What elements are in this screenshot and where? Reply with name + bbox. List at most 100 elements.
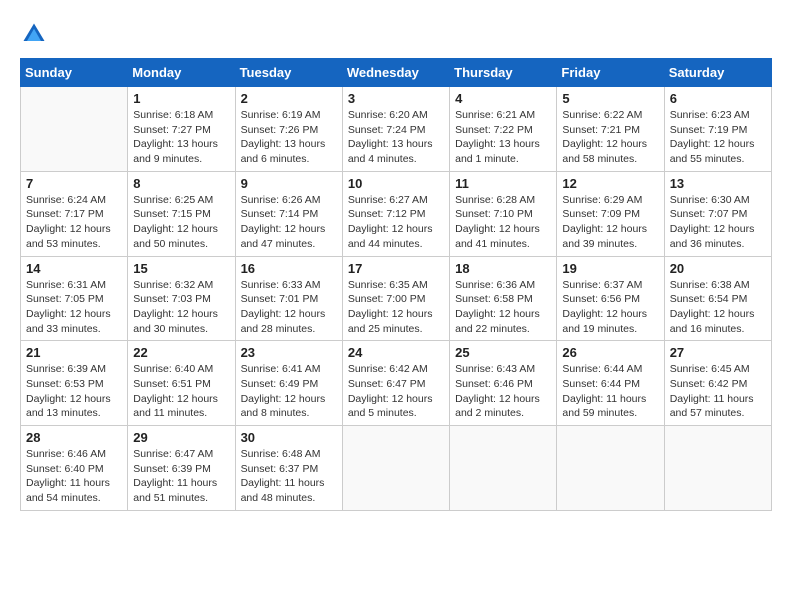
calendar-cell [450, 426, 557, 511]
day-number: 7 [26, 176, 122, 191]
calendar-cell: 25 Sunrise: 6:43 AMSunset: 6:46 PMDayligh… [450, 341, 557, 426]
calendar-cell: 15 Sunrise: 6:32 AMSunset: 7:03 PMDayligh… [128, 256, 235, 341]
calendar-cell: 29 Sunrise: 6:47 AMSunset: 6:39 PMDayligh… [128, 426, 235, 511]
day-number: 24 [348, 345, 444, 360]
calendar-cell: 17 Sunrise: 6:35 AMSunset: 7:00 PMDayligh… [342, 256, 449, 341]
calendar-cell: 23 Sunrise: 6:41 AMSunset: 6:49 PMDayligh… [235, 341, 342, 426]
day-info: Sunrise: 6:37 AMSunset: 6:56 PMDaylight:… [562, 278, 658, 337]
day-number: 5 [562, 91, 658, 106]
calendar-cell: 4 Sunrise: 6:21 AMSunset: 7:22 PMDaylight… [450, 87, 557, 172]
day-info: Sunrise: 6:26 AMSunset: 7:14 PMDaylight:… [241, 193, 337, 252]
calendar-cell [342, 426, 449, 511]
logo [20, 20, 52, 48]
day-number: 11 [455, 176, 551, 191]
day-info: Sunrise: 6:31 AMSunset: 7:05 PMDaylight:… [26, 278, 122, 337]
day-number: 25 [455, 345, 551, 360]
day-info: Sunrise: 6:41 AMSunset: 6:49 PMDaylight:… [241, 362, 337, 421]
day-info: Sunrise: 6:46 AMSunset: 6:40 PMDaylight:… [26, 447, 122, 506]
day-info: Sunrise: 6:22 AMSunset: 7:21 PMDaylight:… [562, 108, 658, 167]
day-info: Sunrise: 6:44 AMSunset: 6:44 PMDaylight:… [562, 362, 658, 421]
weekday-header: Monday [128, 59, 235, 87]
calendar-cell: 28 Sunrise: 6:46 AMSunset: 6:40 PMDayligh… [21, 426, 128, 511]
day-number: 28 [26, 430, 122, 445]
calendar-cell: 20Sunrise: 6:38 AMSunset: 6:54 PMDayligh… [664, 256, 771, 341]
day-number: 15 [133, 261, 229, 276]
calendar-week-row: 14 Sunrise: 6:31 AMSunset: 7:05 PMDayligh… [21, 256, 772, 341]
day-info: Sunrise: 6:28 AMSunset: 7:10 PMDaylight:… [455, 193, 551, 252]
day-info: Sunrise: 6:20 AMSunset: 7:24 PMDaylight:… [348, 108, 444, 167]
day-info: Sunrise: 6:25 AMSunset: 7:15 PMDaylight:… [133, 193, 229, 252]
day-number: 18 [455, 261, 551, 276]
calendar-cell: 11 Sunrise: 6:28 AMSunset: 7:10 PMDayligh… [450, 171, 557, 256]
day-info: Sunrise: 6:40 AMSunset: 6:51 PMDaylight:… [133, 362, 229, 421]
calendar-cell: 3 Sunrise: 6:20 AMSunset: 7:24 PMDaylight… [342, 87, 449, 172]
day-number: 23 [241, 345, 337, 360]
calendar-cell: 22 Sunrise: 6:40 AMSunset: 6:51 PMDayligh… [128, 341, 235, 426]
day-number: 14 [26, 261, 122, 276]
day-number: 22 [133, 345, 229, 360]
weekday-header: Thursday [450, 59, 557, 87]
day-info: Sunrise: 6:45 AMSunset: 6:42 PMDaylight:… [670, 362, 766, 421]
calendar-cell: 5 Sunrise: 6:22 AMSunset: 7:21 PMDaylight… [557, 87, 664, 172]
day-number: 19 [562, 261, 658, 276]
calendar-cell: 14 Sunrise: 6:31 AMSunset: 7:05 PMDayligh… [21, 256, 128, 341]
day-number: 17 [348, 261, 444, 276]
day-info: Sunrise: 6:23 AMSunset: 7:19 PMDaylight:… [670, 108, 766, 167]
calendar-cell: 24 Sunrise: 6:42 AMSunset: 6:47 PMDayligh… [342, 341, 449, 426]
day-info: Sunrise: 6:36 AMSunset: 6:58 PMDaylight:… [455, 278, 551, 337]
calendar-cell: 21Sunrise: 6:39 AMSunset: 6:53 PMDayligh… [21, 341, 128, 426]
day-info: Sunrise: 6:19 AMSunset: 7:26 PMDaylight:… [241, 108, 337, 167]
weekday-header: Saturday [664, 59, 771, 87]
weekday-header: Sunday [21, 59, 128, 87]
day-info: Sunrise: 6:27 AMSunset: 7:12 PMDaylight:… [348, 193, 444, 252]
day-number: 8 [133, 176, 229, 191]
day-number: 13 [670, 176, 766, 191]
calendar-cell: 27 Sunrise: 6:45 AMSunset: 6:42 PMDayligh… [664, 341, 771, 426]
day-number: 12 [562, 176, 658, 191]
calendar-cell: 26 Sunrise: 6:44 AMSunset: 6:44 PMDayligh… [557, 341, 664, 426]
day-number: 1 [133, 91, 229, 106]
day-number: 9 [241, 176, 337, 191]
logo-icon [20, 20, 48, 48]
calendar-week-row: 21Sunrise: 6:39 AMSunset: 6:53 PMDayligh… [21, 341, 772, 426]
day-number: 26 [562, 345, 658, 360]
calendar-cell: 2Sunrise: 6:19 AMSunset: 7:26 PMDaylight… [235, 87, 342, 172]
weekday-header: Wednesday [342, 59, 449, 87]
day-number: 29 [133, 430, 229, 445]
calendar-cell: 7 Sunrise: 6:24 AMSunset: 7:17 PMDaylight… [21, 171, 128, 256]
day-info: Sunrise: 6:21 AMSunset: 7:22 PMDaylight:… [455, 108, 551, 167]
day-info: Sunrise: 6:32 AMSunset: 7:03 PMDaylight:… [133, 278, 229, 337]
day-info: Sunrise: 6:42 AMSunset: 6:47 PMDaylight:… [348, 362, 444, 421]
page-header [20, 20, 772, 48]
calendar-cell [664, 426, 771, 511]
calendar-cell: 12 Sunrise: 6:29 AMSunset: 7:09 PMDayligh… [557, 171, 664, 256]
day-number: 3 [348, 91, 444, 106]
day-info: Sunrise: 6:33 AMSunset: 7:01 PMDaylight:… [241, 278, 337, 337]
calendar-cell [557, 426, 664, 511]
day-number: 4 [455, 91, 551, 106]
calendar-week-row: 7 Sunrise: 6:24 AMSunset: 7:17 PMDaylight… [21, 171, 772, 256]
day-number: 21 [26, 345, 122, 360]
day-number: 30 [241, 430, 337, 445]
calendar-cell: 18 Sunrise: 6:36 AMSunset: 6:58 PMDayligh… [450, 256, 557, 341]
calendar-cell: 9 Sunrise: 6:26 AMSunset: 7:14 PMDaylight… [235, 171, 342, 256]
day-number: 6 [670, 91, 766, 106]
calendar-cell: 16 Sunrise: 6:33 AMSunset: 7:01 PMDayligh… [235, 256, 342, 341]
calendar-cell: 6 Sunrise: 6:23 AMSunset: 7:19 PMDaylight… [664, 87, 771, 172]
day-info: Sunrise: 6:43 AMSunset: 6:46 PMDaylight:… [455, 362, 551, 421]
calendar-cell [21, 87, 128, 172]
day-info: Sunrise: 6:38 AMSunset: 6:54 PMDaylight:… [670, 278, 766, 337]
calendar-cell: 19 Sunrise: 6:37 AMSunset: 6:56 PMDayligh… [557, 256, 664, 341]
day-info: Sunrise: 6:24 AMSunset: 7:17 PMDaylight:… [26, 193, 122, 252]
day-info: Sunrise: 6:30 AMSunset: 7:07 PMDaylight:… [670, 193, 766, 252]
calendar-cell: 10 Sunrise: 6:27 AMSunset: 7:12 PMDayligh… [342, 171, 449, 256]
calendar-cell: 8 Sunrise: 6:25 AMSunset: 7:15 PMDaylight… [128, 171, 235, 256]
calendar-table: SundayMondayTuesdayWednesdayThursdayFrid… [20, 58, 772, 511]
day-number: 27 [670, 345, 766, 360]
day-number: 16 [241, 261, 337, 276]
day-info: Sunrise: 6:29 AMSunset: 7:09 PMDaylight:… [562, 193, 658, 252]
calendar-header-row: SundayMondayTuesdayWednesdayThursdayFrid… [21, 59, 772, 87]
day-number: 10 [348, 176, 444, 191]
day-info: Sunrise: 6:35 AMSunset: 7:00 PMDaylight:… [348, 278, 444, 337]
day-info: Sunrise: 6:47 AMSunset: 6:39 PMDaylight:… [133, 447, 229, 506]
